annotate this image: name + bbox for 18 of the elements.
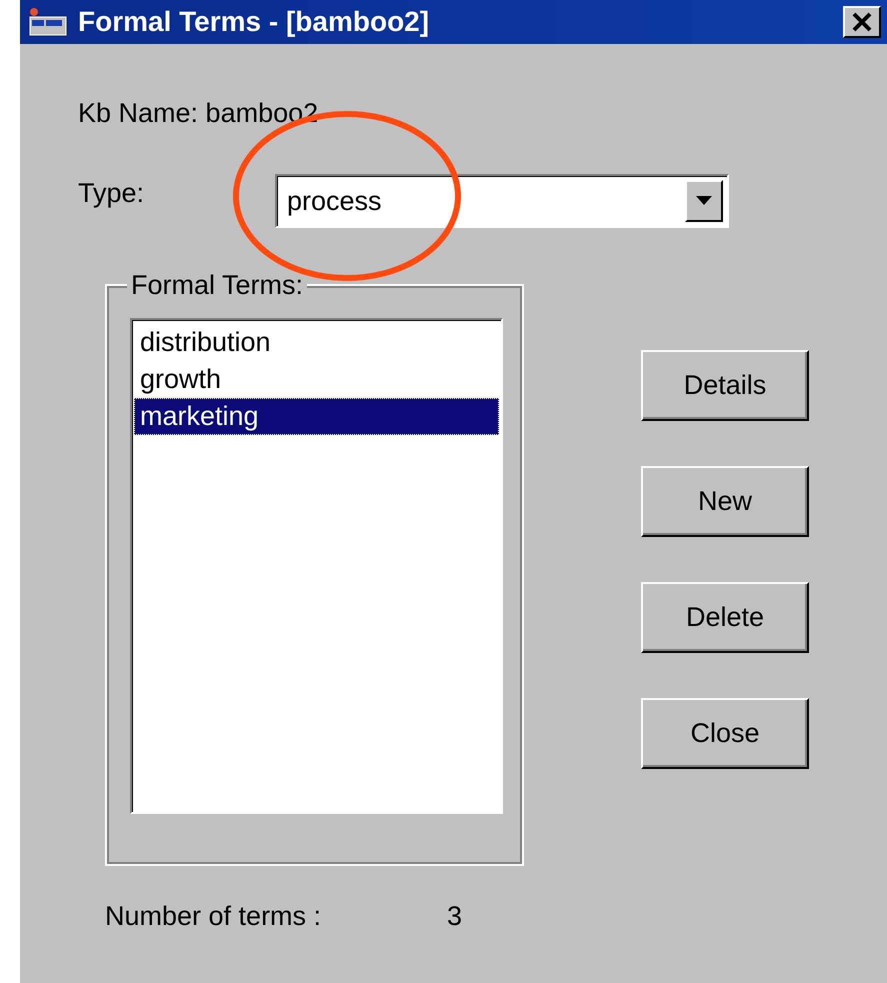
list-item[interactable]: distribution [134,324,499,361]
count-label: Number of terms : [105,901,322,932]
terms-list[interactable]: distribution growth marketing [130,318,503,814]
count-value: 3 [447,901,462,932]
dialog-button[interactable]: Details [641,350,809,421]
window-title: Formal Terms - [bamboo2] [78,6,430,38]
caret-icon [696,196,712,206]
dialog-button[interactable]: Delete [641,582,809,653]
close-icon [851,12,873,32]
dialog-button[interactable]: New [641,466,809,537]
dropdown-button[interactable] [685,180,723,222]
list-item[interactable]: marketing [134,398,499,435]
type-dropdown[interactable]: process [275,174,729,228]
list-item[interactable]: growth [134,361,499,398]
dialog-button[interactable]: Close [641,698,809,769]
close-button[interactable] [843,6,881,38]
window-icon [28,7,68,37]
type-label: Type: [78,177,146,210]
